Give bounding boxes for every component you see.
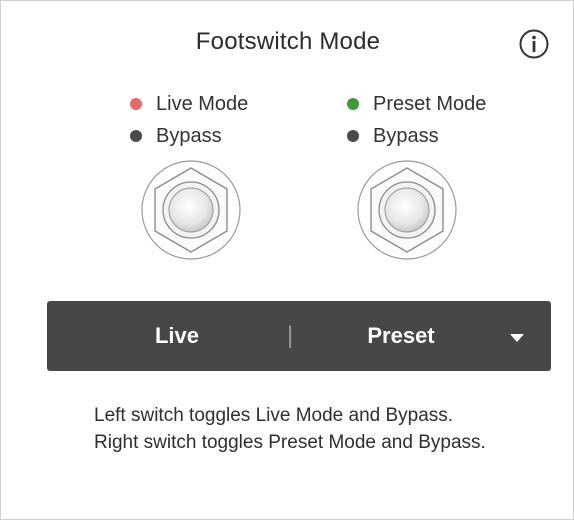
right-switch-legend: Preset Mode Bypass: [347, 88, 486, 152]
info-icon[interactable]: [518, 28, 550, 60]
legend-item-bypass: Bypass: [347, 120, 486, 152]
footswitch-mode-panel: Footswitch Mode Live Mode Bypass Preset …: [0, 0, 574, 520]
legend-item-live-mode: Live Mode: [130, 88, 248, 120]
legend-item-preset-mode: Preset Mode: [347, 88, 486, 120]
left-switch-legend: Live Mode Bypass: [130, 88, 248, 152]
legend-label: Bypass: [373, 124, 439, 147]
right-footswitch[interactable]: [355, 158, 459, 262]
preset-mode-indicator-dot: [347, 98, 359, 110]
footswitch-mode-dropdown[interactable]: Live | Preset: [47, 301, 551, 371]
mode-preset-label: Preset: [367, 323, 435, 348]
legend-label: Bypass: [156, 124, 222, 147]
chevron-down-icon[interactable]: [510, 334, 524, 342]
bypass-indicator-dot: [130, 130, 142, 142]
legend-label: Live Mode: [156, 92, 249, 115]
mode-live-label: Live: [154, 323, 200, 348]
mode-separator: |: [287, 322, 294, 349]
legend-label: Preset Mode: [373, 92, 487, 115]
bypass-indicator-dot: [347, 130, 359, 142]
legend-item-bypass: Bypass: [130, 120, 248, 152]
left-footswitch[interactable]: [139, 158, 243, 262]
page-title: Footswitch Mode: [195, 28, 381, 55]
live-mode-indicator-dot: [130, 98, 142, 110]
mode-description: Left switch toggles Live Mode and Bypass…: [94, 405, 486, 453]
